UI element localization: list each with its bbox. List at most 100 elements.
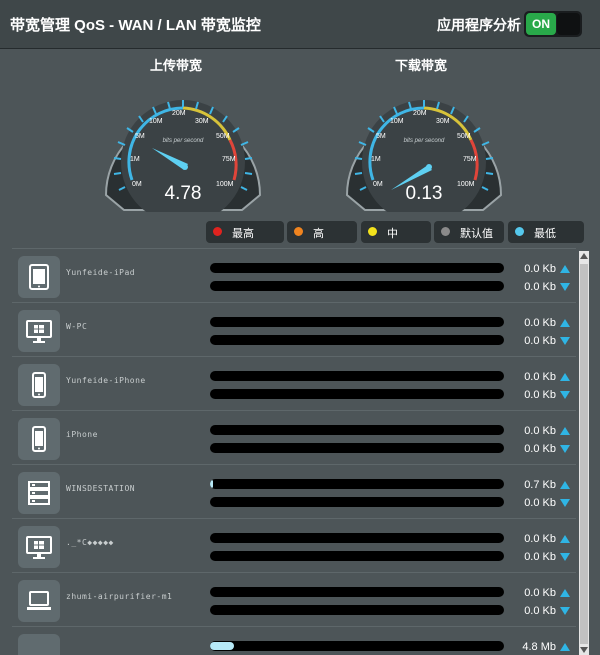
device-row: Yunfeide-iPhone 0.0 Kb 0.0 Kb (12, 356, 576, 410)
toggle-knob (557, 13, 580, 35)
download-arrow-icon (560, 553, 570, 561)
download-tick-5m: 5M (376, 133, 386, 140)
scroll-up-icon[interactable] (580, 253, 588, 259)
legend-lowest: 最低 (508, 221, 584, 243)
upload-arrow-icon (560, 373, 570, 381)
legend-label: 最低 (534, 228, 556, 240)
legend-label: 高 (313, 228, 324, 240)
device-list: Yunfeide-iPad 0.0 Kb 0.0 Kb W-PC 0.0 Kb … (12, 248, 576, 655)
upload-tick-5m: 5M (135, 133, 145, 140)
upload-bar (210, 641, 504, 651)
download-tick-20m: 20M (413, 110, 427, 117)
legend-dot (441, 227, 450, 236)
upload-tick-100m: 100M (216, 181, 234, 188)
download-bar (210, 497, 504, 507)
device-name: Yunfeide-iPad (66, 268, 136, 277)
upload-tick-50m: 50M (216, 133, 230, 140)
download-rate: 0.0 Kb (524, 389, 556, 401)
desktop-windows-icon[interactable] (18, 310, 60, 352)
laptop-icon[interactable] (18, 580, 60, 622)
legend-dot (368, 227, 377, 236)
app-analysis-label: 应用程序分析 (437, 17, 521, 33)
upload-bar (210, 479, 504, 489)
legend-medium: 中 (361, 221, 431, 243)
device-list-scrollbar[interactable] (579, 251, 589, 655)
scroll-down-icon[interactable] (580, 647, 588, 653)
device-name: iPhone (66, 430, 98, 439)
upload-bar (210, 371, 504, 381)
header-bar: 带宽管理 QoS - WAN / LAN 带宽监控 应用程序分析 ON (0, 0, 600, 48)
legend-dot (294, 227, 303, 236)
download-tick-50m: 50M (457, 133, 471, 140)
desktop-windows-icon[interactable] (18, 526, 60, 568)
upload-arrow-icon (560, 427, 570, 435)
tablet-icon[interactable] (18, 256, 60, 298)
device-name: zhumi-airpurifier-m1 (66, 592, 173, 601)
app-analysis-toggle[interactable]: ON (524, 11, 582, 37)
legend-high: 高 (287, 221, 357, 243)
upload-tick-30m: 30M (195, 118, 209, 125)
toggle-on-label: ON (526, 13, 556, 35)
scroll-thumb[interactable] (580, 264, 588, 644)
download-tick-100m: 100M (457, 181, 475, 188)
download-arrow-icon (560, 337, 570, 345)
download-arrow-icon (560, 499, 570, 507)
download-arrow-icon (560, 445, 570, 453)
device-name: ._*C◆◆◆◆◆ (66, 538, 114, 547)
upload-tick-75m: 75M (222, 156, 236, 163)
device-row: 4.8 Mb (12, 626, 576, 655)
download-tick-10m: 10M (390, 118, 404, 125)
legend-default: 默认值 (434, 221, 504, 243)
download-rate: 0.0 Kb (524, 335, 556, 347)
upload-tick-20m: 20M (172, 110, 186, 117)
upload-tick-10m: 10M (149, 118, 163, 125)
download-arrow-icon (560, 391, 570, 399)
upload-arrow-icon (560, 265, 570, 273)
legend-dot (515, 227, 524, 236)
upload-unit-label: bits per second (163, 138, 204, 144)
phone-icon[interactable] (18, 418, 60, 460)
phone-icon[interactable] (18, 364, 60, 406)
device-row: WINSDESTATION 0.7 Kb 0.0 Kb (12, 464, 576, 518)
download-tick-1m: 1M (371, 156, 381, 163)
download-tick-75m: 75M (463, 156, 477, 163)
device-row: iPhone 0.0 Kb 0.0 Kb (12, 410, 576, 464)
download-rate: 0.0 Kb (524, 551, 556, 563)
upload-rate: 0.0 Kb (524, 587, 556, 599)
page-title: 带宽管理 QoS - WAN / LAN 带宽监控 (10, 17, 261, 34)
upload-rate: 0.0 Kb (524, 533, 556, 545)
download-bar (210, 551, 504, 561)
header-divider (0, 48, 600, 49)
legend-label: 中 (387, 228, 398, 240)
download-bar (210, 281, 504, 291)
upload-rate: 4.8 Mb (522, 641, 556, 653)
device-name: WINSDESTATION (66, 484, 136, 493)
device-row: zhumi-airpurifier-m1 0.0 Kb 0.0 Kb (12, 572, 576, 626)
download-bar (210, 389, 504, 399)
download-bar (210, 605, 504, 615)
download-rate: 0.0 Kb (524, 497, 556, 509)
upload-bar (210, 533, 504, 543)
upload-tick-1m: 1M (130, 156, 140, 163)
download-unit-label: bits per second (404, 138, 445, 144)
legend-label: 最高 (232, 228, 254, 240)
upload-rate: 0.0 Kb (524, 425, 556, 437)
download-arrow-icon (560, 283, 570, 291)
device-icon[interactable] (18, 634, 60, 655)
server-icon[interactable] (18, 472, 60, 514)
upload-arrow-icon (560, 589, 570, 597)
device-row: W-PC 0.0 Kb 0.0 Kb (12, 302, 576, 356)
upload-rate: 0.0 Kb (524, 371, 556, 383)
download-arrow-icon (560, 607, 570, 615)
download-value: 0.13 (405, 183, 443, 204)
upload-arrow-icon (560, 643, 570, 651)
upload-rate: 0.7 Kb (524, 479, 556, 491)
download-rate: 0.0 Kb (524, 605, 556, 617)
device-name: Yunfeide-iPhone (66, 376, 146, 385)
download-rate: 0.0 Kb (524, 443, 556, 455)
upload-tick-0m: 0M (132, 181, 142, 188)
upload-arrow-icon (560, 535, 570, 543)
upload-bar (210, 263, 504, 273)
upload-bar (210, 587, 504, 597)
device-name: W-PC (66, 322, 88, 331)
